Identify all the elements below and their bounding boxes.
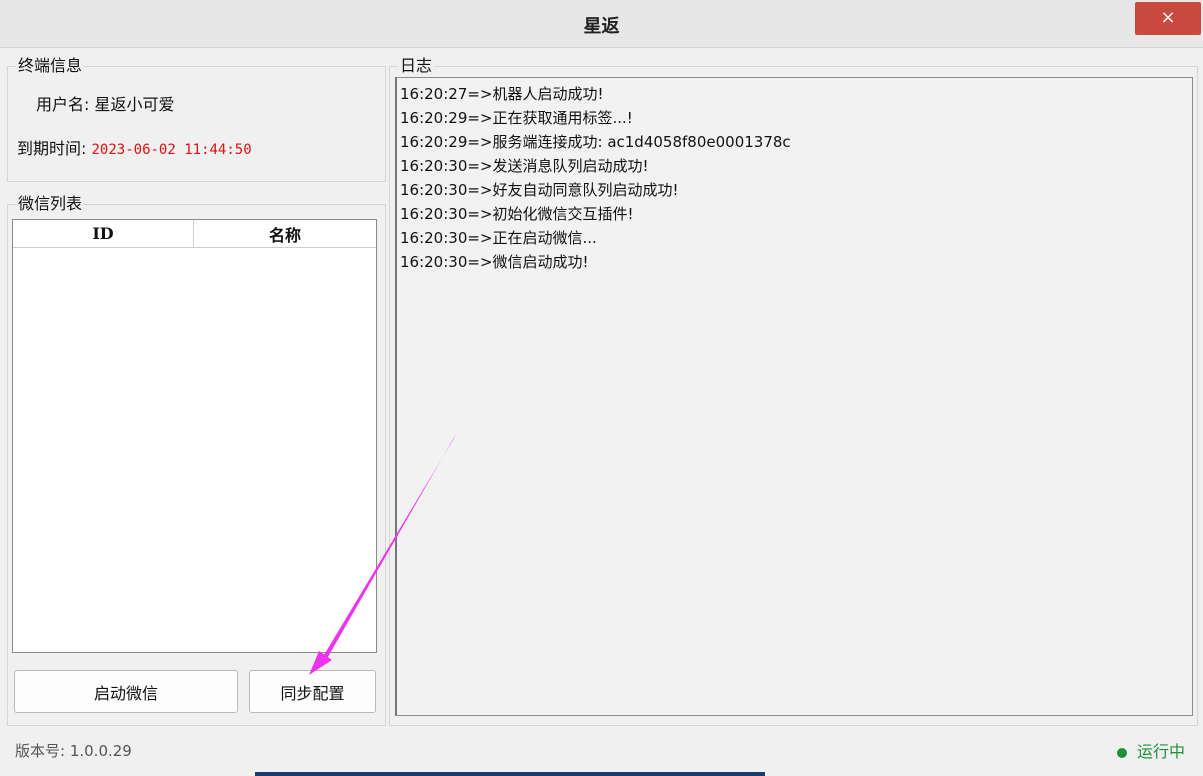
username-label: 用户名:	[36, 95, 90, 114]
table-header: ID 名称	[13, 220, 376, 248]
close-icon: ×	[1160, 7, 1176, 28]
log-line: 16:20:30=>好友自动同意队列启动成功!	[400, 181, 679, 199]
wechat-list-legend: 微信列表	[18, 194, 83, 213]
status-dot-icon	[1116, 747, 1127, 758]
log-legend: 日志	[400, 56, 433, 75]
log-textbox[interactable]: 16:20:27=>机器人启动成功! 16:20:29=>正在获取通用标签...…	[395, 77, 1193, 716]
close-button[interactable]: ×	[1135, 2, 1201, 35]
version-label: 版本号: 1.0.0.29	[15, 742, 132, 760]
status-bar: 版本号: 1.0.0.29 运行中	[0, 728, 1203, 776]
log-line: 16:20:29=>服务端连接成功: ac1d4058f80e0001378c	[400, 133, 791, 151]
wechat-list-table[interactable]: ID 名称	[12, 219, 377, 653]
log-line: 16:20:27=>机器人启动成功!	[400, 85, 604, 103]
terminal-info-group: 终端信息	[7, 58, 386, 182]
column-header-id[interactable]: ID	[13, 220, 194, 247]
start-wechat-button[interactable]: 启动微信	[14, 670, 238, 713]
username-value: 星返小可爱	[94, 95, 175, 114]
status-text: 运行中	[1136, 742, 1185, 761]
expiry-label: 到期时间:	[17, 139, 87, 158]
username-row: 用户名: 星返小可爱	[36, 91, 175, 115]
taskbar-strip	[255, 772, 765, 776]
log-line: 16:20:30=>发送消息队列启动成功!	[400, 157, 649, 175]
running-status: 运行中	[1116, 738, 1185, 762]
title-bar: 星返 ×	[0, 0, 1203, 48]
log-line: 16:20:30=>微信启动成功!	[400, 253, 589, 271]
log-line: 16:20:29=>正在获取通用标签...!	[400, 109, 633, 127]
log-line: 16:20:30=>正在启动微信...	[400, 229, 597, 247]
sync-config-button[interactable]: 同步配置	[249, 670, 376, 713]
log-line: 16:20:30=>初始化微信交互插件!	[400, 205, 634, 223]
expiry-value: 2023-06-02 11:44:50	[91, 142, 252, 158]
column-header-name[interactable]: 名称	[194, 220, 376, 247]
window-title: 星返	[583, 16, 620, 37]
expiry-row: 到期时间: 2023-06-02 11:44:50	[17, 135, 252, 159]
terminal-info-legend: 终端信息	[18, 56, 83, 75]
